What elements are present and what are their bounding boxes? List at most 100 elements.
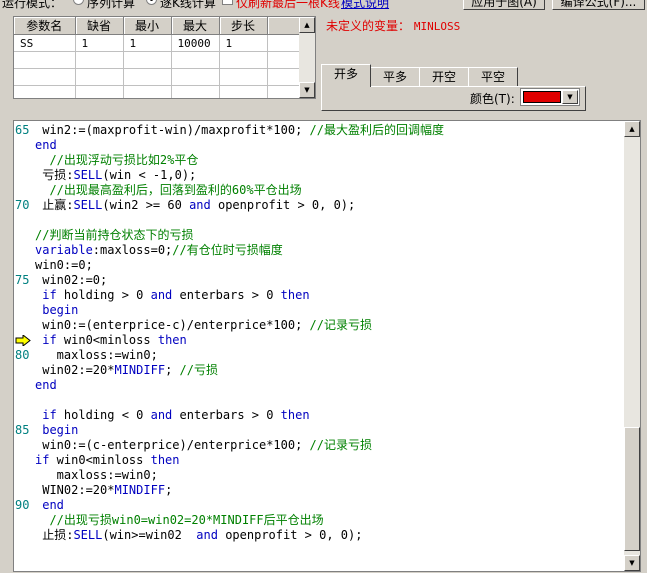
undefined-variable-message: 未定义的变量： MINLOSS [326, 17, 460, 34]
line-number: 90 [15, 498, 30, 512]
scroll-up-button[interactable]: ▲ [299, 17, 315, 33]
header-min[interactable]: 最小 [123, 17, 172, 35]
scroll-thumb[interactable] [624, 427, 640, 551]
refresh-last-label[interactable]: 仅刷新最后一根K线 [236, 0, 340, 11]
line-number: 70 [15, 198, 30, 212]
code-line[interactable]: //出现浮动亏损比如2%平仓 [14, 153, 622, 168]
code-text: begin [42, 303, 79, 317]
radio-bar-label[interactable]: 逐K线计算 [160, 0, 216, 11]
code-text: //判断当前持仓状态下的亏损 [35, 228, 194, 242]
table-cell[interactable] [219, 68, 268, 86]
code-text: end [35, 138, 57, 152]
table-cell[interactable] [75, 68, 124, 86]
code-line[interactable]: //出现最高盈利后，回落到盈利的60%平仓出场 [14, 183, 622, 198]
radio-bar[interactable] [146, 0, 157, 5]
table-cell[interactable]: SS [14, 34, 76, 52]
code-line[interactable]: if holding > 0 and enterbars > 0 then [14, 288, 622, 303]
code-line[interactable]: win0:=(c-enterprice)/enterprice*100; //记… [14, 438, 622, 453]
table-cell[interactable] [123, 51, 172, 69]
table-cell[interactable] [75, 85, 124, 98]
color-select[interactable]: ▼ [520, 88, 580, 106]
code-text: win2:=(maxprofit-win)/maxprofit*100; //最… [35, 123, 444, 137]
apply-to-chart-button[interactable]: 应用于图(A) [463, 0, 545, 10]
radio-sequence[interactable] [73, 0, 84, 5]
code-line[interactable] [14, 393, 622, 408]
table-cell[interactable]: 1 [219, 34, 268, 52]
code-line[interactable]: 65 win2:=(maxprofit-win)/maxprofit*100; … [14, 123, 622, 138]
line-number: 75 [15, 273, 30, 287]
code-text: end [35, 378, 57, 392]
header-max[interactable]: 最大 [171, 17, 220, 35]
table-cell[interactable] [219, 85, 268, 98]
code-text: win0:=0; [35, 258, 93, 272]
table-cell[interactable] [219, 51, 268, 69]
table-cell[interactable]: 1 [75, 34, 124, 52]
code-line[interactable]: if win0<minloss then [14, 453, 622, 468]
code-text: 止损:SELL(win>=win02 and openprofit > 0, 0… [35, 528, 363, 542]
code-line[interactable]: 80 maxloss:=win0; [14, 348, 622, 363]
scroll-up-button[interactable]: ▲ [624, 121, 640, 137]
table-row[interactable] [14, 51, 301, 69]
code-line[interactable]: 亏损:SELL(win < -1,0); [14, 168, 622, 183]
table-row[interactable]: SS 1 1 10000 1 [14, 34, 301, 52]
code-text: if win0<minloss then [35, 453, 180, 467]
table-cell[interactable] [14, 68, 76, 86]
code-line[interactable]: maxloss:=win0; [14, 468, 622, 483]
code-area[interactable]: 65 win2:=(maxprofit-win)/maxprofit*100; … [14, 123, 622, 543]
tab-close-short[interactable]: 平空 [468, 67, 518, 86]
code-line[interactable] [14, 213, 622, 228]
code-line[interactable]: 75 win02:=0; [14, 273, 622, 288]
table-row[interactable] [14, 68, 301, 86]
table-cell[interactable] [171, 68, 220, 86]
compile-formula-button[interactable]: 编译公式(F)... [552, 0, 645, 10]
code-line[interactable]: 90 end [14, 498, 622, 513]
header-param-name[interactable]: 参数名 [14, 17, 76, 35]
code-line[interactable]: //出现亏损win0=win02=20*MINDIFF后平仓出场 [14, 513, 622, 528]
header-default[interactable]: 缺省 [75, 17, 124, 35]
code-line[interactable]: win0:=0; [14, 258, 622, 273]
tab-open-long[interactable]: 开多 [321, 64, 371, 87]
code-text: begin [42, 423, 79, 437]
undefined-variable-name: MINLOSS [413, 20, 461, 33]
table-cell[interactable] [123, 85, 172, 98]
code-text: win02:=20*MINDIFF; //亏损 [35, 363, 218, 377]
refresh-last-checkbox[interactable]: ✓ [222, 0, 233, 5]
code-line[interactable]: 止损:SELL(win>=win02 and openprofit > 0, 0… [14, 528, 622, 543]
formula-editor[interactable]: 65 win2:=(maxprofit-win)/maxprofit*100; … [13, 120, 641, 572]
tab-open-short[interactable]: 开空 [419, 67, 469, 86]
mode-help-link[interactable]: 模式说明 [341, 0, 389, 11]
table-cell[interactable]: 10000 [171, 34, 220, 52]
header-step[interactable]: 步长 [219, 17, 268, 35]
code-line[interactable]: variable:maxloss=0;//有仓位时亏损幅度 [14, 243, 622, 258]
editor-scrollbar[interactable]: ▲ ▼ [624, 121, 640, 571]
line-number: 85 [15, 423, 30, 437]
table-cell[interactable]: 1 [123, 34, 172, 52]
code-line[interactable]: //判断当前持仓状态下的亏损 [14, 228, 622, 243]
code-line[interactable]: if win0<minloss then [14, 333, 622, 348]
parameter-header-row: 参数名 缺省 最小 最大 步长 [14, 17, 301, 35]
table-cell[interactable] [14, 85, 76, 98]
table-row[interactable] [14, 85, 301, 98]
code-line[interactable]: win0:=(enterprice-c)/enterprice*100; //记… [14, 318, 622, 333]
code-line[interactable]: end [14, 138, 622, 153]
parameter-table-scrollbar[interactable]: ▲ ▼ [299, 17, 315, 98]
chevron-down-icon[interactable]: ▼ [562, 90, 578, 104]
parameter-table[interactable]: 参数名 缺省 最小 最大 步长 SS 1 1 10000 1 ▲ ▼ [13, 16, 316, 99]
table-cell[interactable] [171, 51, 220, 69]
code-line[interactable]: 85 begin [14, 423, 622, 438]
code-line[interactable]: end [14, 378, 622, 393]
scroll-down-button[interactable]: ▼ [624, 555, 640, 571]
code-line[interactable]: begin [14, 303, 622, 318]
table-cell[interactable] [14, 51, 76, 69]
tab-close-long[interactable]: 平多 [370, 67, 420, 86]
scroll-down-button[interactable]: ▼ [299, 82, 315, 98]
code-line[interactable]: 70 止赢:SELL(win2 >= 60 and openprofit > 0… [14, 198, 622, 213]
table-cell[interactable] [123, 68, 172, 86]
code-line[interactable]: if holding < 0 and enterbars > 0 then [14, 408, 622, 423]
code-line[interactable]: win02:=20*MINDIFF; //亏损 [14, 363, 622, 378]
radio-sequence-label[interactable]: 序列计算 [87, 0, 135, 11]
code-line[interactable]: WIN02:=20*MINDIFF; [14, 483, 622, 498]
table-cell[interactable] [171, 85, 220, 98]
table-cell[interactable] [75, 51, 124, 69]
code-text: WIN02:=20*MINDIFF; [35, 483, 173, 497]
